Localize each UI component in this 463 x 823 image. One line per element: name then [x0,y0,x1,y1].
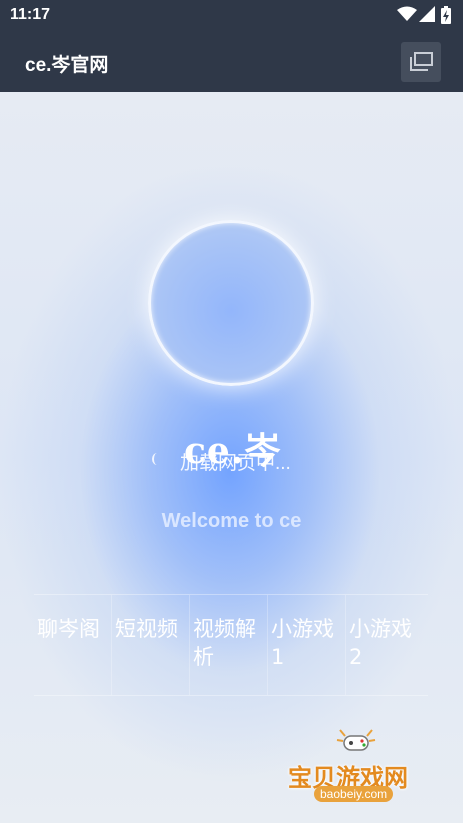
welcome-text: Welcome to ce [161,510,302,532]
wifi-icon [397,6,417,21]
brand-title: ce.岑 [184,430,282,472]
app-title: ce.岑官网 [25,55,109,76]
loading-spinner-icon [152,453,162,465]
nav-item-video-parse[interactable]: 视频解析 [190,595,268,695]
status-time: 11:17 [10,6,51,23]
cellular-signal-icon [419,6,435,22]
watermark: 宝贝游戏网 baobeiy.com [286,728,436,818]
nav-item-mini-game-2[interactable]: 小游戏2 [346,595,424,695]
watermark-url: baobeiy.com [314,786,394,802]
window-switch-button[interactable] [401,42,441,82]
windows-icon [410,52,433,71]
nav-menu: 聊岑阁 短视频 视频解析 小游戏1 小游戏2 [34,594,428,696]
app-bar: ce.岑官网 [0,32,463,92]
nav-item-mini-game-1[interactable]: 小游戏1 [268,595,346,695]
logo-circle [148,220,314,386]
main-content: 加载网页中... ce.岑 Welcome to ce 聊岑阁 短视频 视频解析… [0,92,463,823]
nav-item-short-video[interactable]: 短视频 [112,595,190,695]
status-bar: 11:17 [0,0,463,32]
nav-item-chat[interactable]: 聊岑阁 [34,595,112,695]
battery-icon [441,6,451,24]
gamepad-icon [336,729,376,751]
